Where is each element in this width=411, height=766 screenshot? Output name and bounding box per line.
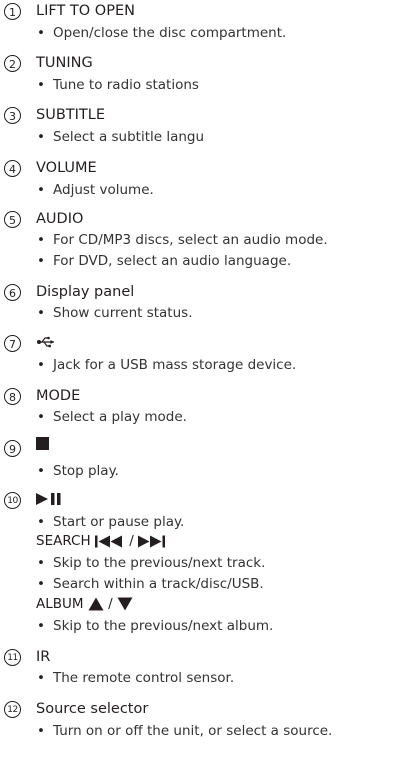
item-bullet: Show current status. xyxy=(37,304,193,322)
item-title: MODE xyxy=(36,388,81,404)
item-number-badge: 7 xyxy=(4,335,21,352)
item-title-icon xyxy=(36,437,49,455)
item-number-badge: 6 xyxy=(4,284,21,301)
item-number-badge: 3 xyxy=(4,107,21,124)
item-bullet: Select a play mode. xyxy=(37,408,187,426)
search-separator: / xyxy=(129,533,134,549)
album-label: ALBUM xyxy=(36,596,84,612)
play-pause-icon xyxy=(36,493,61,505)
item-title: VOLUME xyxy=(36,160,97,176)
stop-icon xyxy=(36,437,49,450)
item-bullet: Stop play. xyxy=(37,462,119,480)
item-bullet: Start or pause play. xyxy=(37,513,184,531)
item-title: Source selector xyxy=(36,701,149,717)
item-title-icon xyxy=(36,490,64,508)
item-number-badge: 10 xyxy=(4,492,21,509)
item-bullet: Skip to the previous/next album. xyxy=(37,617,273,635)
item-title: LIFT TO OPEN xyxy=(36,3,135,19)
album-subheading: ALBUM / xyxy=(36,595,133,613)
search-label: SEARCH xyxy=(36,533,91,549)
item-number-badge: 8 xyxy=(4,388,21,405)
manual-page: 1 LIFT TO OPEN Open/close the disc compa… xyxy=(0,0,411,766)
skip-next-icon xyxy=(138,535,166,547)
item-bullet: Search within a track/disc/USB. xyxy=(37,575,264,593)
item-number-badge: 9 xyxy=(4,440,21,457)
usb-icon xyxy=(37,336,54,348)
search-subheading: SEARCH / xyxy=(36,532,168,550)
item-bullet: Jack for a USB mass storage device. xyxy=(37,356,296,374)
item-number-badge: 4 xyxy=(4,160,21,177)
item-bullet: Adjust volume. xyxy=(37,181,154,199)
item-bullet: Select a subtitle langu xyxy=(37,128,204,146)
item-title: Display panel xyxy=(36,284,135,300)
item-title: SUBTITLE xyxy=(36,107,105,123)
item-title: AUDIO xyxy=(36,211,84,227)
item-bullet: Skip to the previous/next track. xyxy=(37,554,265,572)
item-bullet: Open/close the disc compartment. xyxy=(37,24,286,42)
item-bullet: Turn on or off the unit, or select a sou… xyxy=(37,722,332,740)
album-separator: / xyxy=(108,596,113,612)
item-title-icon xyxy=(36,333,56,351)
item-bullet: Tune to radio stations xyxy=(37,76,199,94)
item-bullet: The remote control sensor. xyxy=(37,669,234,687)
item-number-badge: 1 xyxy=(4,3,21,20)
item-number-badge: 11 xyxy=(4,649,21,666)
item-bullet: For CD/MP3 discs, select an audio mode. xyxy=(37,231,328,249)
item-number-badge: 5 xyxy=(4,211,21,228)
item-number-badge: 12 xyxy=(4,701,21,718)
item-number-badge: 2 xyxy=(4,55,21,72)
triangle-up-icon xyxy=(88,597,104,611)
item-bullet: For DVD, select an audio language. xyxy=(37,252,291,270)
item-title: TUNING xyxy=(36,55,93,71)
skip-previous-icon xyxy=(94,535,122,547)
triangle-down-icon xyxy=(117,597,133,611)
item-title: IR xyxy=(36,649,51,665)
